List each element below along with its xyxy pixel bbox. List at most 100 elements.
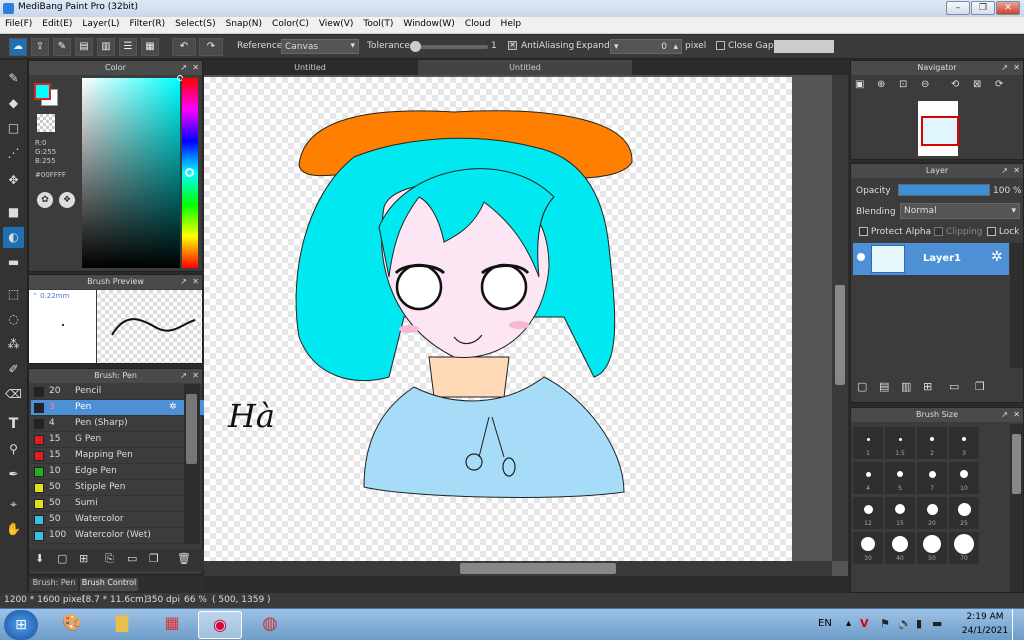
close-icon[interactable]: ✕ [1013, 408, 1020, 421]
color-swap-icon[interactable]: ❖ [59, 192, 75, 208]
clock-time[interactable]: 2:19 AM [965, 612, 1005, 622]
duplicate-icon[interactable]: ❐ [149, 552, 159, 565]
duplicate-layer-icon[interactable]: ❐ [975, 380, 985, 393]
brush-item-stipple-pen[interactable]: 50 Stipple Pen [31, 480, 209, 496]
fill-rect-tool-icon[interactable]: ■ [3, 202, 24, 223]
close-icon[interactable]: ✕ [192, 369, 199, 382]
fit-window-icon[interactable]: ⊡ [899, 79, 907, 90]
medibang-taskbar-icon[interactable]: ◉ [198, 611, 242, 639]
brush-item-watercolor[interactable]: 50 Watercolor [31, 512, 209, 528]
folder-icon[interactable]: ▭ [127, 552, 137, 565]
flag-icon[interactable]: ⚑ [880, 617, 890, 630]
zoom-out-icon[interactable]: ⊖ [921, 79, 929, 90]
antivirus-icon[interactable]: V [860, 617, 869, 630]
canvas-vertical-scrollbar[interactable] [832, 75, 848, 561]
rotate-right-icon[interactable]: ⟳ [995, 79, 1003, 90]
input-language[interactable]: EN [818, 618, 832, 629]
list-icon[interactable]: ☰ [119, 38, 137, 56]
file-explorer-icon[interactable]: ▇ [102, 613, 142, 639]
expand-input[interactable]: ▾ 0 ▴ [610, 39, 682, 54]
network-icon[interactable]: ▮ [916, 617, 922, 630]
select-pen-icon[interactable]: ✐ [3, 359, 24, 380]
move-tool-icon[interactable]: ✥ [3, 170, 24, 191]
chrome-icon[interactable]: ◍ [250, 613, 290, 639]
menu-file[interactable]: File(F) [0, 17, 37, 29]
expand-icon[interactable]: ↗ [1001, 408, 1008, 421]
redo-button[interactable]: ↷ [199, 38, 223, 56]
cloud-icon[interactable]: ☁ [9, 38, 27, 56]
brush-size-cell[interactable]: 2 [917, 427, 947, 459]
brush-settings-icon[interactable]: ✲ [169, 400, 177, 415]
hand-tool-icon[interactable]: ✋ [3, 519, 24, 540]
scroll-thumb[interactable] [1012, 434, 1021, 494]
menu-cloud[interactable]: Cloud [460, 17, 496, 29]
brush-size-cell[interactable]: 1 [853, 427, 883, 459]
brush-item-mapping-pen[interactable]: 15 Mapping Pen [31, 448, 209, 464]
tab-document-1[interactable]: Untitled [204, 60, 416, 75]
brush-size-cell[interactable]: 1.5 [885, 427, 915, 459]
blending-select[interactable]: Normal ▾ [900, 203, 1020, 219]
reset-icon[interactable]: ⊠ [973, 79, 981, 90]
export-icon[interactable]: ⇪ [31, 38, 49, 56]
rotate-left-icon[interactable]: ⟲ [951, 79, 959, 90]
slider-handle[interactable] [410, 41, 421, 52]
menu-select[interactable]: Select(S) [170, 17, 221, 29]
scroll-thumb[interactable] [460, 563, 616, 574]
menu-tool[interactable]: Tool(T) [358, 17, 398, 29]
cloud-brush-icon[interactable]: ⬇ [35, 552, 44, 565]
divide-tool-icon[interactable]: ✒ [3, 464, 24, 485]
brush-size-cell[interactable]: 4 [853, 462, 883, 494]
menu-snap[interactable]: Snap(N) [221, 17, 267, 29]
viewport-indicator[interactable] [921, 116, 959, 146]
magic-wand-icon[interactable]: ⁂ [3, 334, 24, 355]
folder-icon[interactable]: ▭ [949, 380, 959, 393]
menu-view[interactable]: View(V) [314, 17, 359, 29]
expand-icon[interactable]: ↗ [1001, 61, 1008, 74]
volume-icon[interactable]: 🔈 [898, 617, 912, 630]
brush-size-cell[interactable]: 70 [949, 532, 979, 564]
brush-size-cell[interactable]: 3 [949, 427, 979, 459]
protect-alpha-checkbox[interactable]: Protect Alpha [859, 227, 931, 237]
app-grid-icon[interactable]: ▦ [152, 613, 192, 639]
new-8bit-layer-icon[interactable]: ▤ [879, 380, 889, 393]
expand-icon[interactable]: ↗ [180, 61, 187, 74]
tab-document-2[interactable]: Untitled [418, 60, 632, 75]
tray-chevron-up-icon[interactable]: ▴ [846, 618, 851, 629]
close-window-button[interactable]: ✕ [996, 1, 1020, 15]
clock-date[interactable]: 24/1/2021 [960, 626, 1010, 636]
layer-row[interactable]: Layer1 ✲ [853, 243, 1009, 275]
paint-app-icon[interactable]: 🎨 [52, 613, 92, 639]
brush-size-cell[interactable]: 50 [917, 532, 947, 564]
hue-slider[interactable] [182, 78, 198, 268]
brush-item-g-pen[interactable]: 15 G Pen [31, 432, 209, 448]
brush-size-cell[interactable]: 5 [885, 462, 915, 494]
menu-layer[interactable]: Layer(L) [77, 17, 124, 29]
visibility-icon[interactable] [857, 253, 865, 261]
operation-tool-icon[interactable]: ⚲ [3, 439, 24, 460]
transparent-swatch[interactable] [37, 114, 55, 132]
bucket-tool-icon[interactable]: ◐ [3, 227, 24, 248]
add-brush-icon[interactable]: ⊞ [79, 552, 88, 565]
brush-item-pen[interactable]: 3 Pen ✲ [31, 400, 209, 416]
menu-filter[interactable]: Filter(R) [125, 17, 171, 29]
brush-size-cell[interactable]: 12 [853, 497, 883, 529]
brush-item-sumi[interactable]: 50 Sumi [31, 496, 209, 512]
antialiasing-checkbox[interactable]: ✕ [508, 41, 517, 51]
grid-icon[interactable]: ▦ [141, 38, 159, 56]
menu-edit[interactable]: Edit(E) [37, 17, 77, 29]
delete-icon[interactable]: 🗑 [177, 552, 191, 565]
menu-window[interactable]: Window(W) [398, 17, 459, 29]
expand-icon[interactable]: ↗ [180, 275, 187, 288]
panel-icon[interactable]: ▤ [75, 38, 93, 56]
brush-size-cell[interactable]: 25 [949, 497, 979, 529]
minimize-button[interactable]: – [946, 1, 970, 15]
palette-icon[interactable]: ✿ [37, 192, 53, 208]
lock-checkbox[interactable]: Lock [987, 227, 1019, 237]
tab-brush-pen[interactable]: Brush: Pen [30, 578, 78, 591]
brush-item-watercolor-wet[interactable]: 100 Watercolor (Wet) [31, 528, 209, 544]
new-layer-icon[interactable]: ▢ [857, 380, 867, 393]
close-icon[interactable]: ✕ [1013, 164, 1020, 177]
close-gaps-checkbox[interactable] [716, 41, 725, 51]
comment-icon[interactable]: ✎ [53, 38, 71, 56]
close-gaps-slider[interactable] [774, 40, 834, 53]
